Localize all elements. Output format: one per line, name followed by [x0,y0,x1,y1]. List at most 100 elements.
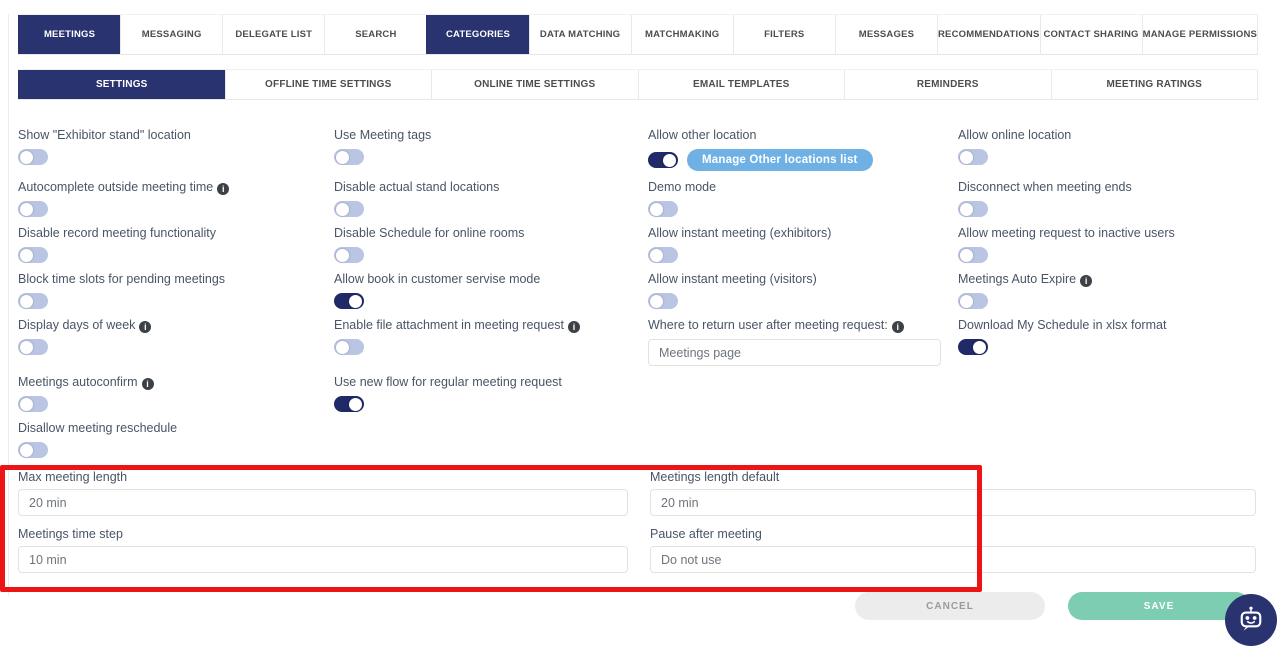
content-left-border [8,14,9,596]
settings-grid: Show "Exhibitor stand" location Use Meet… [18,127,1258,466]
info-icon[interactable] [568,321,580,333]
toggle-knob [20,341,33,354]
setting-disable-schedule-online-rooms: Disable Schedule for online rooms [334,225,648,271]
setting-label: Disable actual stand locations [334,179,648,195]
robot-chat-icon [1236,605,1266,635]
show-exhibitor-stand-location-toggle[interactable] [18,149,48,165]
setting-disallow-meeting-reschedule: Disallow meeting reschedule [18,420,334,466]
subtab-reminders[interactable]: REMINDERS [844,70,1051,99]
tab-search[interactable]: SEARCH [324,15,426,54]
tab-categories[interactable]: CATEGORIES [426,15,528,54]
field-label: Max meeting length [18,469,650,485]
tab-contact-sharing[interactable]: CONTACT SHARING [1040,15,1142,54]
setting-label: Meetings autoconfirm [18,374,334,390]
tab-data-matching[interactable]: DATA MATCHING [529,15,631,54]
setting-label: Enable file attachment in meeting reques… [334,317,648,333]
field-label: Meetings time step [18,526,650,542]
setting-allow-online-location: Allow online location [958,127,1258,179]
disallow-meeting-reschedule-toggle[interactable] [18,442,48,458]
demo-mode-toggle[interactable] [648,201,678,217]
toggle-knob [650,295,663,308]
toggle-knob [336,341,349,354]
info-icon[interactable] [217,183,229,195]
field-pause-after-meeting: Pause after meeting [650,526,1258,573]
cancel-button[interactable]: CANCEL [855,592,1045,620]
setting-label: Allow instant meeting (exhibitors) [648,225,958,241]
primary-tab-bar: MEETINGS MESSAGING DELEGATE LIST SEARCH … [18,14,1258,55]
setting-label: Demo mode [648,179,958,195]
file-attachment-meeting-request-toggle[interactable] [334,339,364,355]
customer-service-mode-toggle[interactable] [334,293,364,309]
info-icon[interactable] [142,378,154,390]
field-meetings-length-default: Meetings length default [650,469,1258,516]
allow-request-inactive-users-toggle[interactable] [958,247,988,263]
setting-label: Allow instant meeting (visitors) [648,271,958,287]
allow-instant-meeting-exhibitors-toggle[interactable] [648,247,678,263]
subtab-settings[interactable]: SETTINGS [18,70,225,99]
setting-demo-mode: Demo mode [648,179,958,225]
setting-allow-request-inactive-users: Allow meeting request to inactive users [958,225,1258,271]
info-icon[interactable] [892,321,904,333]
info-icon[interactable] [139,321,151,333]
tab-messages[interactable]: MESSAGES [835,15,937,54]
subtab-offline-time-settings[interactable]: OFFLINE TIME SETTINGS [225,70,432,99]
return-page-input[interactable] [648,339,941,366]
subtab-email-templates[interactable]: EMAIL TEMPLATES [638,70,845,99]
toggle-knob [20,398,33,411]
setting-label: Use new flow for regular meeting request [334,374,648,390]
setting-label: Allow other location [648,127,958,143]
tab-filters[interactable]: FILTERS [733,15,835,54]
new-flow-regular-request-toggle[interactable] [334,396,364,412]
meetings-auto-expire-toggle[interactable] [958,293,988,309]
setting-label: Autocomplete outside meeting time [18,179,334,195]
disable-actual-stand-locations-toggle[interactable] [334,201,364,217]
manage-other-locations-button[interactable]: Manage Other locations list [687,149,873,171]
download-schedule-xlsx-toggle[interactable] [958,339,988,355]
tab-delegate-list[interactable]: DELEGATE LIST [222,15,324,54]
subtab-meeting-ratings[interactable]: MEETING RATINGS [1051,70,1259,99]
disable-record-meeting-toggle[interactable] [18,247,48,263]
pause-after-meeting-input[interactable] [650,546,1256,573]
toggle-knob [20,151,33,164]
setting-disable-record-meeting: Disable record meeting functionality [18,225,334,271]
use-meeting-tags-toggle[interactable] [334,149,364,165]
empty-cell [958,420,1258,466]
subtab-online-time-settings[interactable]: ONLINE TIME SETTINGS [431,70,638,99]
meetings-autoconfirm-toggle[interactable] [18,396,48,412]
meetings-time-step-input[interactable] [18,546,628,573]
info-icon[interactable] [1080,275,1092,287]
disable-schedule-online-rooms-toggle[interactable] [334,247,364,263]
setting-block-pending-time-slots: Block time slots for pending meetings [18,271,334,317]
toggle-knob [650,203,663,216]
setting-show-exhibitor-stand-location: Show "Exhibitor stand" location [18,127,334,179]
toggle-knob [20,444,33,457]
display-days-of-week-toggle[interactable] [18,339,48,355]
empty-cell [648,420,958,466]
allow-other-location-toggle[interactable] [648,152,678,168]
chatbot-button[interactable] [1225,594,1277,646]
setting-label: Disable Schedule for online rooms [334,225,648,241]
field-label: Pause after meeting [650,526,1258,542]
setting-label: Use Meeting tags [334,127,648,143]
tab-recommendations[interactable]: RECOMMENDATIONS [937,15,1040,54]
setting-new-flow-regular-request: Use new flow for regular meeting request [334,374,648,420]
meetings-length-default-input[interactable] [650,489,1256,516]
field-max-meeting-length: Max meeting length [18,469,650,516]
tab-matchmaking[interactable]: MATCHMAKING [631,15,733,54]
setting-allow-other-location: Allow other location Manage Other locati… [648,127,958,179]
allow-instant-meeting-visitors-toggle[interactable] [648,293,678,309]
block-pending-time-slots-toggle[interactable] [18,293,48,309]
setting-return-user-after-request: Where to return user after meeting reque… [648,317,958,374]
max-meeting-length-input[interactable] [18,489,628,516]
setting-autocomplete-outside-meeting-time: Autocomplete outside meeting time [18,179,334,225]
disconnect-when-meeting-ends-toggle[interactable] [958,201,988,217]
tab-meetings[interactable]: MEETINGS [18,15,120,54]
allow-online-location-toggle[interactable] [958,149,988,165]
tab-messaging[interactable]: MESSAGING [120,15,222,54]
setting-use-meeting-tags: Use Meeting tags [334,127,648,179]
autocomplete-outside-meeting-time-toggle[interactable] [18,201,48,217]
tab-manage-permissions[interactable]: MANAGE PERMISSIONS [1142,15,1258,54]
toggle-knob [336,249,349,262]
save-button[interactable]: SAVE [1068,592,1250,620]
setting-meetings-autoconfirm: Meetings autoconfirm [18,374,334,420]
